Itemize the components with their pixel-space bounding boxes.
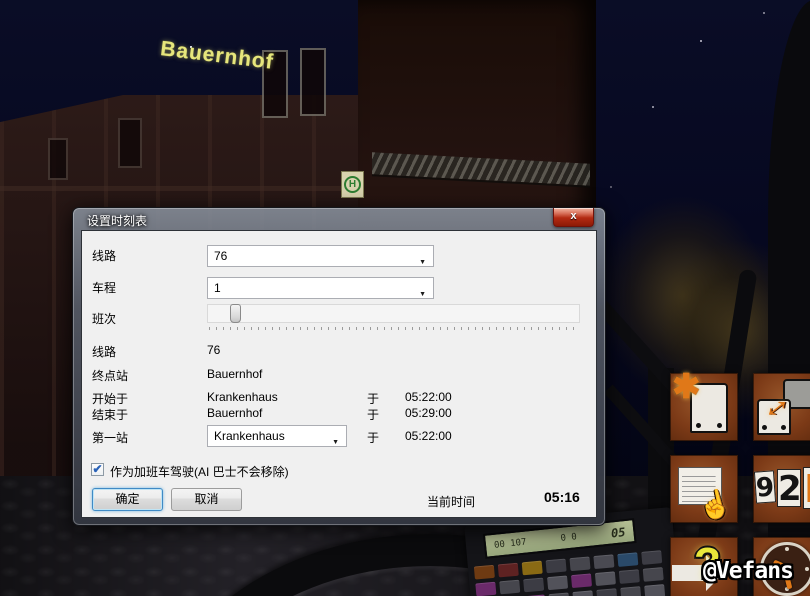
ticket-machine-key[interactable]	[570, 573, 593, 589]
timetable-dialog: 设置时刻表 x 线路 76 ▼ 车程 1 ▼ 班次 线路 76 终点站 Baue…	[72, 207, 606, 526]
chevron-down-icon: ▼	[419, 291, 426, 298]
ticket-machine-key[interactable]	[644, 584, 666, 596]
dialog-body: 线路 76 ▼ 车程 1 ▼ 班次 线路 76 终点站 Bauernhof 开始…	[81, 230, 597, 518]
end-stop-value: Bauernhof	[207, 406, 263, 420]
start-label: 开始于	[92, 392, 129, 406]
start-stop-value: Krankenhaus	[207, 390, 278, 404]
slider-tick-marks	[209, 327, 580, 330]
cancel-button[interactable]: 取消	[171, 488, 242, 511]
ticket-machine-key[interactable]	[499, 579, 521, 595]
ticket-machine-key[interactable]	[593, 554, 615, 570]
ticket-machine-key[interactable]	[521, 560, 543, 576]
route-letter-plate: E	[803, 467, 810, 510]
first-stop-label: 第一站	[92, 431, 129, 445]
extra-service-checkbox[interactable]: ✔	[91, 463, 104, 476]
ticket-machine-key[interactable]	[594, 571, 616, 586]
current-time-value: 05:16	[544, 489, 580, 505]
hud-tile-route-code[interactable]: 9 2 E	[753, 455, 810, 523]
terminus-label: 终点站	[92, 369, 129, 383]
line-info-value: 76	[207, 343, 221, 357]
ticket-machine-key[interactable]	[572, 590, 594, 596]
hud-tile-timetable[interactable]: ☝	[670, 455, 738, 524]
ticket-machine-key[interactable]	[475, 581, 497, 596]
ibis-right-value: 05	[610, 524, 627, 541]
extra-service-checkbox-label: 作为加班车驾驶(AI 巴士不会移除)	[110, 465, 289, 479]
shift-slider-label: 班次	[92, 312, 117, 326]
first-stop-dropdown[interactable]: Krankenhaus ▼	[207, 425, 347, 447]
end-time-value: 05:29:00	[405, 406, 452, 420]
first-time-value: 05:22:00	[405, 429, 452, 443]
tour-select-label: 车程	[92, 281, 117, 295]
shift-slider-track[interactable]	[207, 304, 580, 323]
building-window	[118, 118, 142, 168]
ticket-machine-key[interactable]	[473, 564, 495, 580]
start-at-label: 于	[367, 392, 380, 406]
timber-beam	[0, 186, 360, 191]
bus-stop-sign: H	[341, 171, 364, 198]
chevron-down-icon: ▼	[332, 439, 339, 446]
ticket-machine-key[interactable]	[620, 586, 642, 596]
ticket-machine-key[interactable]	[596, 588, 618, 596]
tour-dropdown-value: 1	[214, 281, 221, 295]
ticket-machine-key[interactable]	[618, 569, 640, 584]
ticket-machine-key[interactable]	[617, 552, 639, 567]
end-at-label: 于	[367, 408, 380, 422]
chevron-down-icon: ▼	[419, 259, 426, 266]
line-dropdown[interactable]: 76 ▼	[207, 245, 434, 267]
building-window	[300, 48, 326, 116]
ticket-machine-key[interactable]	[548, 592, 570, 596]
line-select-label: 线路	[92, 249, 117, 263]
ibis-mid-value: 0 0	[560, 531, 578, 544]
route-digit-plate: 9	[753, 470, 777, 504]
current-time-label: 当前时间	[427, 495, 476, 509]
ticket-machine-key[interactable]	[641, 550, 663, 565]
bus-stop-h-icon: H	[344, 176, 361, 193]
checkmark-icon: ✔	[92, 462, 103, 476]
ok-button[interactable]: 确定	[92, 488, 163, 511]
ticket-machine-key[interactable]	[569, 556, 591, 572]
watermark-text: @Vefans	[703, 558, 794, 584]
ibis-line-value: 00 107	[493, 536, 527, 551]
ticket-machine-key[interactable]	[497, 562, 519, 578]
close-button[interactable]: x	[553, 208, 594, 227]
pointing-hand-icon: ☝	[695, 486, 736, 524]
ticket-machine-key[interactable]	[545, 558, 567, 574]
end-label: 结束于	[92, 408, 129, 422]
first-at-label: 于	[367, 431, 380, 445]
line-dropdown-value: 76	[214, 249, 228, 263]
route-digit-plate: 2	[777, 469, 802, 509]
building-window	[48, 138, 68, 180]
game-viewport: Bauernhof H 00 107 0 0 05 ✱ ↔ ☝ 9 2 ? @V…	[0, 0, 810, 596]
tour-dropdown[interactable]: 1 ▼	[207, 277, 434, 299]
spawn-asterisk-icon: ✱	[672, 368, 701, 406]
start-time-value: 05:22:00	[405, 390, 452, 404]
hud-tile-spawn-bus[interactable]: ✱	[670, 368, 738, 441]
ticket-machine-key[interactable]	[523, 577, 545, 593]
line-info-label: 线路	[92, 345, 117, 359]
ticket-machine-key[interactable]	[642, 567, 664, 582]
shift-slider-thumb[interactable]	[230, 304, 241, 323]
first-stop-dropdown-value: Krankenhaus	[214, 429, 285, 443]
dialog-title: 设置时刻表	[87, 214, 148, 228]
ticket-machine-key[interactable]	[547, 575, 569, 591]
hud-tile-change-bus[interactable]: ↔	[749, 373, 810, 441]
terminus-value: Bauernhof	[207, 367, 263, 381]
